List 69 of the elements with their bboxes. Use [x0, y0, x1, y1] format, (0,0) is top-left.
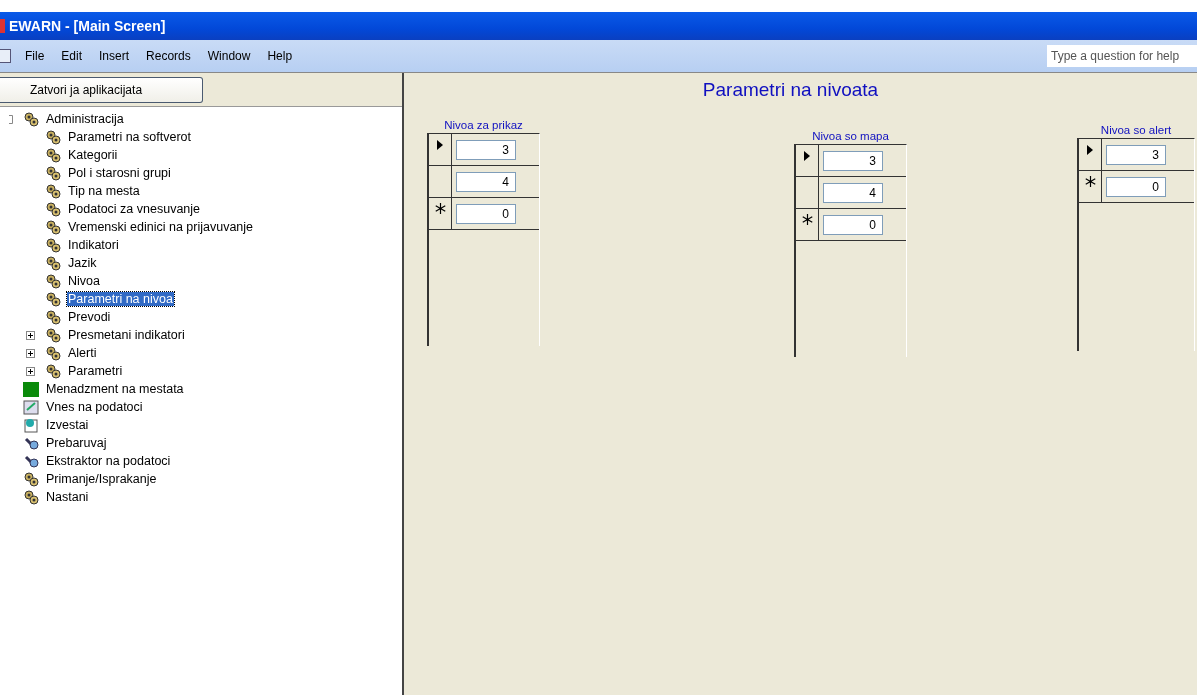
- gears-icon: [45, 255, 61, 271]
- report-icon: [23, 417, 39, 433]
- tree-item[interactable]: Prebaruvaj: [45, 436, 108, 450]
- form-icon: [23, 399, 39, 415]
- window-title: EWARN - [Main Screen]: [9, 18, 166, 34]
- value-field[interactable]: 0: [1106, 176, 1166, 197]
- menu-item[interactable]: Window: [207, 49, 251, 63]
- tree-item[interactable]: Administracija: [45, 112, 125, 126]
- subform-label: Nivoa za prikaz: [444, 119, 523, 131]
- value-field[interactable]: 4: [456, 171, 516, 192]
- tool-icon: [23, 435, 39, 451]
- folder-icon: [23, 381, 39, 397]
- help-search-field[interactable]: Type a question for help: [1047, 45, 1197, 67]
- tool-icon: [23, 453, 39, 469]
- tree-item[interactable]: Ekstraktor na podatoci: [45, 454, 172, 468]
- gears-icon: [23, 471, 39, 487]
- gears-icon: [45, 291, 61, 307]
- gears-icon: [23, 489, 39, 505]
- tree-item[interactable]: Kategorii: [67, 148, 119, 162]
- gears-icon: [45, 129, 61, 145]
- tree-item[interactable]: Tip na mesta: [67, 184, 141, 198]
- gears-icon: [45, 237, 61, 253]
- tree-item[interactable]: Parametri na nivoa: [67, 292, 174, 306]
- tree-item[interactable]: Primanje/Isprakanje: [45, 472, 158, 486]
- tree-item[interactable]: Presmetani indikatori: [67, 328, 186, 342]
- tree-item[interactable]: Nivoa: [67, 274, 101, 288]
- value-field[interactable]: 0: [456, 203, 516, 224]
- value-field[interactable]: 0: [823, 214, 883, 235]
- tree-item[interactable]: Prevodi: [67, 310, 112, 324]
- menu-item[interactable]: Records: [146, 49, 191, 63]
- value-field[interactable]: 3: [823, 150, 883, 171]
- expand-icon[interactable]: [26, 366, 35, 376]
- tree-item[interactable]: Parametri na softverot: [67, 130, 192, 144]
- gears-icon: [45, 327, 61, 343]
- menu-item[interactable]: Help: [267, 49, 293, 63]
- subform-label: Nivoa so alert: [1100, 124, 1172, 136]
- gears-icon: [45, 309, 61, 325]
- gears-icon: [45, 183, 61, 199]
- tree-item[interactable]: Indikatori: [67, 238, 120, 252]
- expand-icon[interactable]: [26, 330, 35, 340]
- gears-icon: [45, 147, 61, 163]
- tree-item[interactable]: Menadzment na mestata: [45, 382, 185, 396]
- gears-icon: [45, 345, 61, 361]
- subform-label: Nivoa so mapa: [812, 130, 889, 142]
- close-app-button[interactable]: Zatvori ja aplikacijata: [0, 77, 203, 103]
- gears-icon: [45, 165, 61, 181]
- gears-icon: [45, 201, 61, 217]
- tree-item[interactable]: Parametri: [67, 364, 124, 378]
- gears-icon: [45, 273, 61, 289]
- value-field[interactable]: 3: [1106, 144, 1166, 165]
- tree-item[interactable]: Nastani: [45, 490, 90, 504]
- tree-item[interactable]: Jazik: [67, 256, 98, 270]
- gears-icon: [45, 219, 61, 235]
- gears-icon: [23, 111, 39, 127]
- tree-item[interactable]: Vremenski edinici na prijavuvanje: [67, 220, 255, 234]
- app-icon: [0, 19, 5, 33]
- tree-item[interactable]: Izvestai: [45, 418, 90, 432]
- gears-icon: [45, 363, 61, 379]
- form-title: Parametri na nivoata: [701, 79, 880, 101]
- value-field[interactable]: 3: [456, 139, 516, 160]
- value-field[interactable]: 4: [823, 182, 883, 203]
- tree-item[interactable]: Podatoci za vnesuvanje: [67, 202, 202, 216]
- menu-item[interactable]: File: [25, 49, 45, 63]
- tree-item[interactable]: Pol i starosni grupi: [67, 166, 172, 180]
- tree-item[interactable]: Vnes na podatoci: [45, 400, 144, 414]
- expand-icon[interactable]: [26, 348, 35, 358]
- tree-item[interactable]: Alerti: [67, 346, 98, 360]
- menu-item[interactable]: Edit: [61, 49, 83, 63]
- menu-item[interactable]: Insert: [99, 49, 130, 63]
